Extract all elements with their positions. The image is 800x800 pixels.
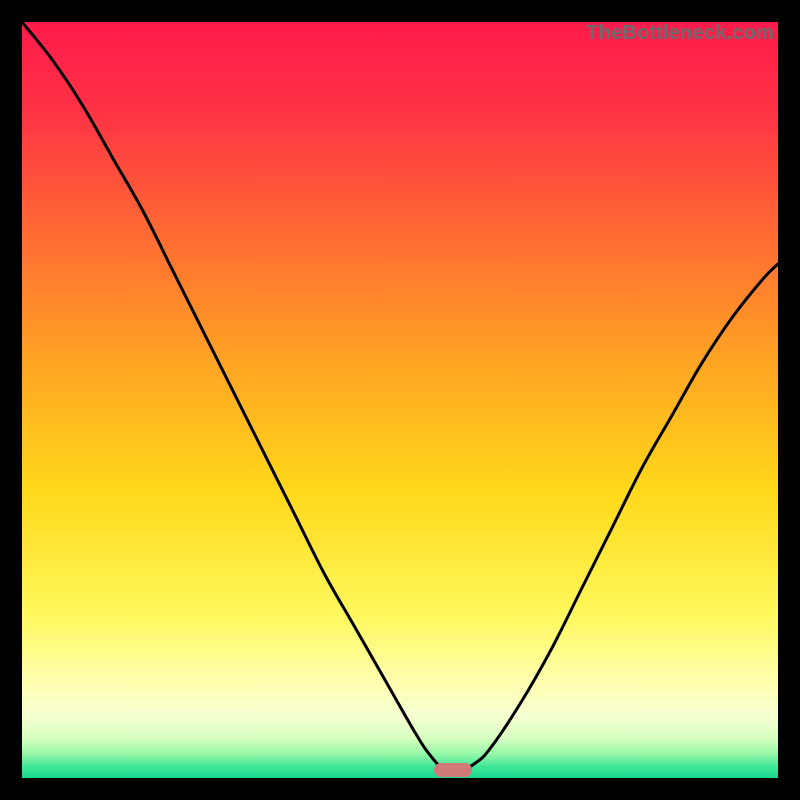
watermark-text: TheBottleneck.com <box>586 22 774 45</box>
chart-frame: TheBottleneck.com <box>0 0 800 800</box>
plot-outer: TheBottleneck.com <box>22 22 778 778</box>
curve-layer <box>22 22 778 778</box>
bottleneck-curve <box>22 22 778 772</box>
optimal-marker <box>434 763 472 777</box>
plot-area <box>22 22 778 778</box>
